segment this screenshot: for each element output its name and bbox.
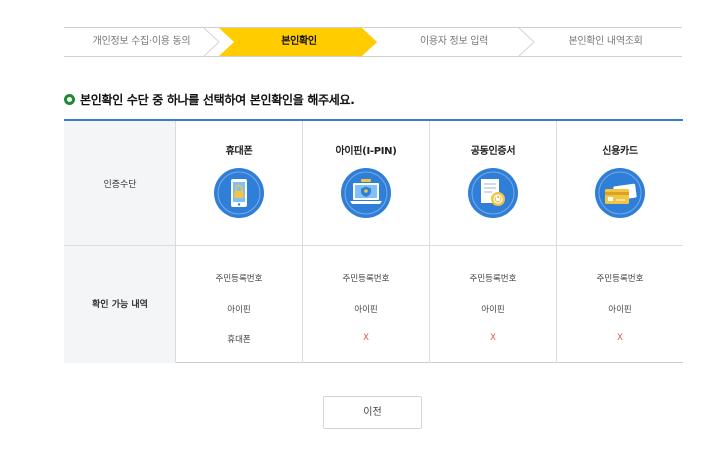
detail-item-unavailable: X xyxy=(617,333,623,343)
method-phone-details: 주민등록번호 아이핀 휴대폰 xyxy=(176,246,303,363)
detail-item: 아이핀 xyxy=(481,305,505,315)
detail-item: 아이핀 xyxy=(354,305,378,315)
method-title: 공동인증서 xyxy=(470,146,516,157)
method-phone[interactable]: 휴대폰 xyxy=(176,121,303,245)
method-credit-card-details: 주민등록번호 아이핀 X xyxy=(557,246,683,363)
method-certificate-details: 주민등록번호 아이핀 X xyxy=(430,246,557,363)
row-label-text: 확인 가능 내역 xyxy=(92,300,148,310)
prev-button[interactable]: 이전 xyxy=(323,396,422,429)
detail-item: 아이핀 xyxy=(227,305,251,315)
method-certificate[interactable]: 공동인증서 xyxy=(430,121,557,245)
progress-steps: 개인정보 수집·이용 동의 본인확인 이용자 정보 입력 본인확인 내역조회 xyxy=(64,27,682,57)
certificate-icon[interactable] xyxy=(467,167,519,219)
detail-item: 주민등록번호 xyxy=(469,274,517,284)
method-title: 신용카드 xyxy=(602,146,638,157)
laptop-ipin-icon[interactable] xyxy=(340,167,392,219)
method-ipin-details: 주민등록번호 아이핀 X xyxy=(303,246,430,363)
method-title: 아이핀(I-PIN) xyxy=(335,146,397,157)
auth-method-table: 인증수단 확인 가능 내역 휴대폰 주민등록번호 아이핀 휴대폰 아이핀(I-P… xyxy=(64,119,683,363)
credit-card-icon[interactable] xyxy=(594,167,646,219)
bullet-circle-icon xyxy=(64,93,75,105)
step-user-info: 이용자 정보 입력 xyxy=(419,36,489,47)
detail-item: 주민등록번호 xyxy=(215,274,263,284)
phone-lock-icon[interactable] xyxy=(213,167,265,219)
step-history: 본인확인 내역조회 xyxy=(568,36,643,47)
detail-item-unavailable: X xyxy=(490,333,496,343)
row-label-auth-method: 인증수단 xyxy=(64,121,176,245)
detail-item: 주민등록번호 xyxy=(342,274,390,284)
detail-item-unavailable: X xyxy=(363,333,369,343)
step-consent: 개인정보 수집·이용 동의 xyxy=(92,36,191,47)
method-credit-card[interactable]: 신용카드 xyxy=(557,121,683,245)
detail-item: 휴대폰 xyxy=(227,335,251,345)
detail-item: 아이핀 xyxy=(608,305,632,315)
method-ipin[interactable]: 아이핀(I-PIN) xyxy=(303,121,430,245)
step-identity-check: 본인확인 xyxy=(281,36,317,47)
method-title: 휴대폰 xyxy=(225,146,253,157)
row-label-text: 인증수단 xyxy=(103,180,137,190)
heading-text: 본인확인 수단 중 하나를 선택하여 본인확인을 해주세요. xyxy=(80,92,355,107)
section-heading: 본인확인 수단 중 하나를 선택하여 본인확인을 해주세요. xyxy=(64,90,355,108)
detail-item: 주민등록번호 xyxy=(596,274,644,284)
row-label-verifiable: 확인 가능 내역 xyxy=(64,246,176,363)
